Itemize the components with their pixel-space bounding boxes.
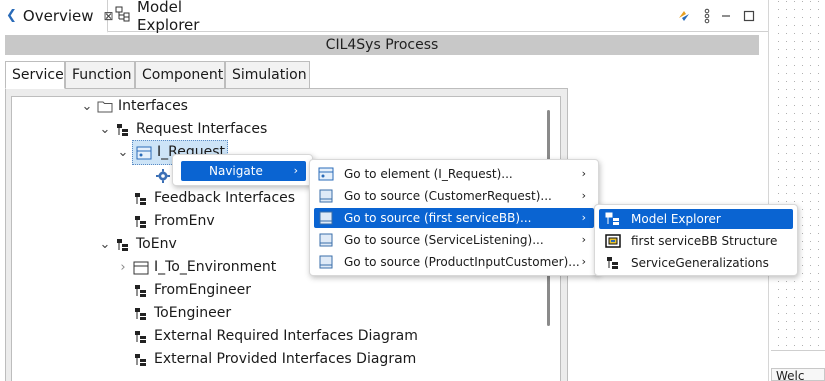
close-icon[interactable]: ⊠ — [104, 9, 114, 23]
element-icon — [318, 167, 334, 181]
tab-function[interactable]: Function — [65, 61, 135, 89]
tree-item-interfaces[interactable]: ⌄ Interfaces — [78, 97, 188, 118]
menu-item-label: Go to source (first serviceBB)... — [344, 211, 532, 225]
interface-package-icon — [132, 329, 150, 345]
tree-item-label: External Provided Interfaces Diagram — [154, 351, 417, 367]
chevron-right-icon: › — [293, 164, 298, 177]
chevron-right-icon[interactable]: › — [114, 256, 132, 279]
tree-item-external-provided[interactable]: External Provided Interfaces Diagram — [114, 348, 416, 371]
menu-item-label: ServiceGeneralizations — [631, 256, 769, 270]
right-panel-divider — [771, 350, 825, 351]
chevron-right-icon: › — [581, 211, 586, 224]
tree-item-fromenv[interactable]: FromEnv — [114, 210, 215, 233]
menu-item-label: Go to element (I_Request)... — [344, 167, 513, 181]
interface-package-icon — [132, 352, 150, 368]
tree-item-label: Feedback Interfaces — [154, 190, 296, 206]
chevron-right-icon: › — [581, 233, 586, 246]
tree-item-label: External Required Interfaces Diagram — [154, 328, 418, 344]
tree-item-external-required[interactable]: External Required Interfaces Diagram — [114, 325, 418, 348]
welcome-tab[interactable]: Welc — [771, 368, 825, 381]
tab-overview[interactable]: ❮ Overview ⊠ — [0, 0, 114, 33]
chevron-down-icon[interactable]: ⌄ — [96, 233, 114, 256]
tab-service[interactable]: Service — [5, 61, 65, 89]
source-icon — [318, 255, 334, 269]
tree-item-i-to-environment[interactable]: › I_To_Environment — [114, 256, 276, 279]
model-explorer-icon — [605, 212, 621, 226]
interface-package-icon — [114, 237, 132, 253]
chevron-right-icon: › — [581, 167, 586, 180]
generalization-diagram-icon — [605, 256, 621, 270]
interface-icon — [135, 145, 153, 161]
editor-title: CIL4Sys Process — [5, 35, 759, 55]
inner-tab-bar: Service Function Component Simulation — [5, 61, 568, 89]
menu-item-label: Go to source (ProductInputCustomer)... — [344, 255, 580, 269]
tab-overview-label: Overview — [22, 6, 94, 25]
model-explorer-icon — [115, 6, 131, 26]
tab-simulation[interactable]: Simulation — [225, 61, 310, 89]
right-panel — [768, 0, 825, 381]
chevron-down-icon[interactable]: ⌄ — [114, 141, 132, 164]
menu-item-model-explorer[interactable]: Model Explorer — [599, 209, 793, 229]
menu-item-label: first serviceBB Structure — [631, 234, 778, 248]
tab-model-explorer-label: Model Explorer — [137, 0, 200, 34]
tree-item-label: FromEnv — [154, 213, 215, 229]
source-icon — [318, 189, 334, 203]
menu-item-go-to-element[interactable]: Go to element (I_Request)... › — [314, 164, 594, 184]
source-icon — [318, 233, 334, 247]
maximize-icon[interactable] — [739, 6, 759, 26]
minimize-icon[interactable] — [716, 6, 736, 26]
menu-item-go-to-source-productinputcustomer[interactable]: Go to source (ProductInputCustomer)... › — [314, 252, 594, 272]
tree-item-feedback-interfaces[interactable]: Feedback Interfaces — [114, 187, 295, 210]
menu-item-label: Model Explorer — [631, 212, 721, 226]
view-tab-bar: ❮ Overview ⊠ Model Explorer — [0, 0, 768, 34]
interface-package-icon — [132, 191, 150, 207]
tree-item-label: Request Interfaces — [136, 121, 268, 137]
tree-item-request-interfaces[interactable]: ⌄ Request Interfaces — [96, 118, 268, 141]
open-in-submenu: Model Explorer first serviceBB Structure… — [594, 204, 798, 276]
menu-item-navigate[interactable]: Navigate › — [181, 161, 306, 181]
gear-icon — [154, 168, 172, 184]
tree-item-label: I_To_Environment — [154, 259, 277, 275]
menu-item-label: Navigate — [209, 164, 263, 178]
menu-item-first-servicebb-structure[interactable]: first serviceBB Structure — [599, 231, 793, 251]
interface-icon — [132, 260, 150, 276]
interface-package-icon — [132, 283, 150, 299]
chevron-down-icon[interactable]: ⌄ — [78, 97, 96, 118]
chevron-left-icon: ❮ — [6, 8, 17, 23]
dot-grid-background — [775, 0, 825, 350]
menu-item-go-to-source-servicelistening[interactable]: Go to source (ServiceListening)... › — [314, 230, 594, 250]
tab-model-explorer[interactable]: Model Explorer — [109, 0, 249, 34]
view-menu-icon[interactable] — [697, 6, 717, 26]
tree-item-label: ToEngineer — [154, 305, 232, 321]
menu-item-servicegeneralizations[interactable]: ServiceGeneralizations — [599, 253, 793, 273]
welcome-tab-label: Welc — [776, 369, 805, 381]
tree-item-fromengineer[interactable]: FromEngineer — [114, 279, 251, 302]
chevron-right-icon: › — [581, 189, 586, 202]
navigate-submenu: Go to element (I_Request)... › Go to sou… — [309, 159, 599, 276]
tree-item-toenv[interactable]: ⌄ ToEnv — [96, 233, 177, 256]
tab-component[interactable]: Component — [135, 61, 225, 89]
tree-item-toengineer[interactable]: ToEngineer — [114, 302, 231, 325]
folder-icon — [96, 99, 114, 115]
context-menu: Navigate › — [172, 154, 313, 186]
chevron-down-icon[interactable]: ⌄ — [96, 118, 114, 141]
tree-item-label: ToEnv — [136, 236, 177, 252]
interface-package-icon — [114, 122, 132, 138]
menu-item-go-to-source-first-servicebb[interactable]: Go to source (first serviceBB)... › — [314, 208, 594, 228]
tree-item-label: FromEngineer — [154, 282, 252, 298]
tree-item-label: Interfaces — [118, 98, 188, 114]
source-icon — [318, 211, 334, 225]
interface-package-icon — [132, 214, 150, 230]
chevron-right-icon: › — [581, 255, 586, 268]
menu-item-label: Go to source (ServiceListening)... — [344, 233, 544, 247]
sync-icon[interactable] — [674, 6, 694, 26]
menu-item-label: Go to source (CustomerRequest)... — [344, 189, 552, 203]
menu-item-go-to-source-customerrequest[interactable]: Go to source (CustomerRequest)... › — [314, 186, 594, 206]
structure-diagram-icon — [605, 234, 621, 248]
interface-package-icon — [132, 306, 150, 322]
